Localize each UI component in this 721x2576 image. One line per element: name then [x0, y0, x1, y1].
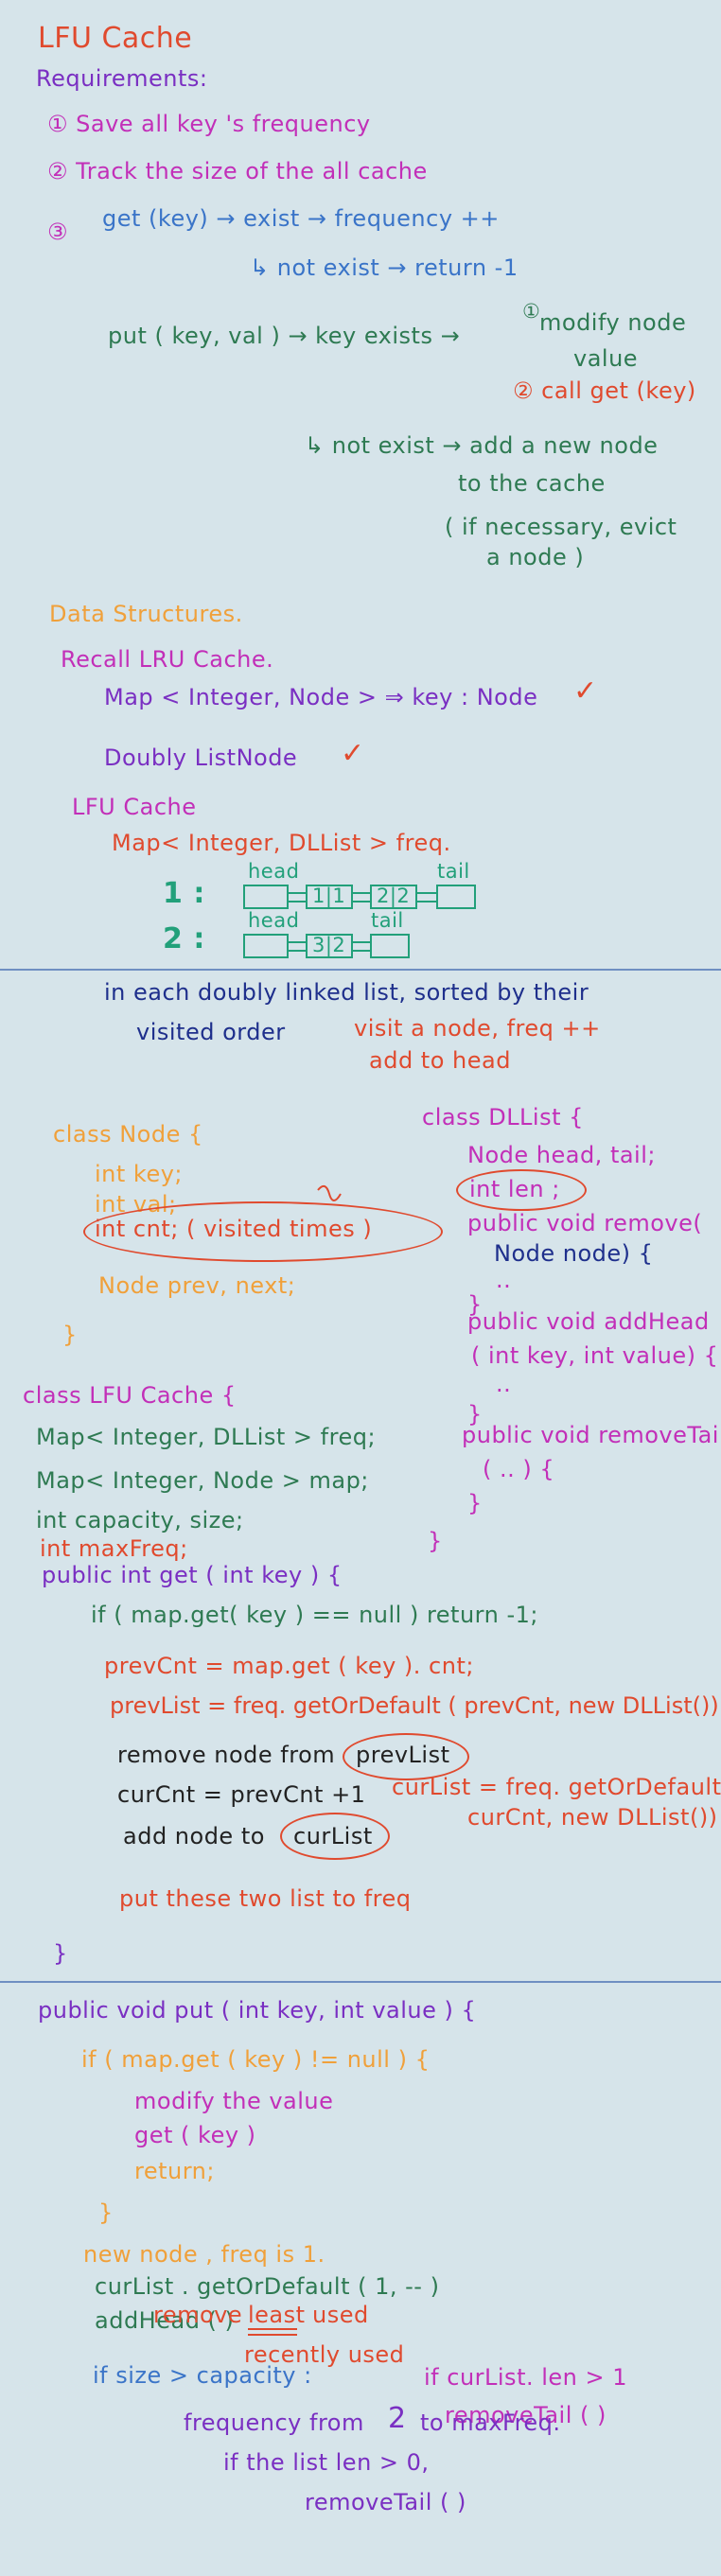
curlist-highlight-circle [280, 1813, 390, 1860]
put-to-maxfreq: to maxFreq. [420, 2410, 561, 2436]
dllist-addhead-args: ( int key, int value) { [471, 1342, 719, 1369]
put-remove-prefix: remove [153, 2302, 243, 2328]
put-if-curlist-len: if curList. len > 1 [424, 2364, 628, 2391]
lfu-map-field: Map< Integer, Node > map; [36, 1467, 369, 1494]
put-curlist-get: curList . getOrDefault ( 1, -- ) [95, 2273, 440, 2300]
dllist-remove-sig: public void remove( [467, 1210, 703, 1236]
cnt-highlight-circle [83, 1201, 443, 1262]
row2-head-node [243, 934, 289, 958]
least-underline [248, 2328, 297, 2336]
row1-node-2 [370, 885, 417, 909]
row1-node-1 [306, 885, 353, 909]
dllist-remove-body: .. [496, 1267, 512, 1293]
section-divider [0, 969, 721, 971]
scribble-mark [317, 1184, 342, 1201]
put-remove-least: least [248, 2302, 306, 2328]
put-remove-suffix: used [312, 2302, 369, 2328]
put-modify-value: modify the value [134, 2088, 334, 2114]
put-recently-used: recently used [244, 2341, 405, 2368]
row2-tail-node [370, 934, 410, 958]
row1-head-node [243, 885, 289, 909]
node-class-close: } [62, 1322, 78, 1348]
len-highlight-circle [456, 1169, 587, 1211]
row1-tail-node [436, 885, 476, 909]
row2-node-1 [306, 934, 353, 958]
note-line-1: in each doubly linked list, sorted by th… [104, 979, 589, 1006]
get-prevcnt: prevCnt = map.get ( key ). cnt; [104, 1653, 474, 1679]
node-key-field: int key; [95, 1161, 184, 1187]
node-class-decl: class Node { [53, 1121, 203, 1148]
put-new-node: new node , freq is 1. [83, 2241, 325, 2268]
put-if-exists: if ( map.get ( key ) != null ) { [81, 2046, 431, 2073]
dllist-removetail-args: ( .. ) { [483, 1456, 555, 1482]
get-remove-node: remove node from [117, 1742, 336, 1768]
put-frequency-two: 2 [388, 2402, 407, 2435]
note-line-2b: visit a node, freq ++ [354, 1015, 601, 1042]
note-line-2a: visited order [136, 1019, 286, 1045]
note-line-3: add to head [369, 1047, 511, 1074]
put-if-list-len: if the list len > 0, [223, 2449, 430, 2476]
get-add-node: add node to [123, 1823, 265, 1849]
get-signature: public int get ( int key ) { [42, 1562, 343, 1588]
get-prevlist: prevList = freq. getOrDefault ( prevCnt,… [110, 1692, 719, 1719]
lfu-class-decl: class LFU Cache { [23, 1382, 237, 1409]
put-if-close: } [98, 2199, 114, 2226]
get-close: } [53, 1940, 68, 1967]
put-signature: public void put ( int key, int value ) { [38, 1997, 477, 2024]
get-curlist-line-2: curCnt, new DLList()) [467, 1804, 718, 1831]
dllist-addhead-body: .. [496, 1371, 512, 1397]
lfu-maxfreq-field: int maxFreq; [40, 1535, 188, 1562]
put-removetail-2: removeTail ( ) [305, 2489, 466, 2515]
dllist-class-close: } [428, 1528, 443, 1554]
get-curcnt: curCnt = prevCnt +1 [117, 1781, 366, 1808]
put-return: return; [134, 2158, 215, 2184]
dllist-removetail-sig: public void removeTail [462, 1422, 721, 1448]
dllist-removetail-close: } [467, 1490, 483, 1516]
dllist-addhead-sig: public void addHead [467, 1308, 710, 1335]
get-curlist-line-1: curList = freq. getOrDefault( [392, 1774, 721, 1800]
put-frequency-from: frequency from [184, 2410, 364, 2436]
put-call-get: get ( key ) [134, 2122, 256, 2148]
lfu-capacity-field: int capacity, size; [36, 1507, 244, 1533]
section-divider [0, 1981, 721, 1983]
node-prev-next-field: Node prev, next; [98, 1272, 296, 1299]
lfu-freq-field: Map< Integer, DLList > freq; [36, 1424, 377, 1450]
dllist-head-tail: Node head, tail; [467, 1142, 656, 1168]
get-null-check: if ( map.get( key ) == null ) return -1; [91, 1602, 538, 1628]
dllist-remove-arg: Node node) { [494, 1240, 654, 1267]
dllist-class-decl: class DLList { [422, 1104, 584, 1130]
get-put-lists: put these two list to freq [119, 1885, 412, 1912]
